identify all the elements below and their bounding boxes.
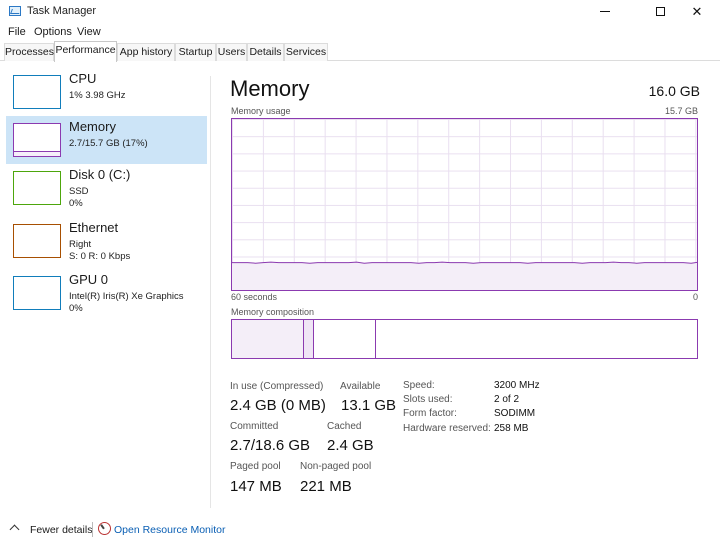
in-use-value: 2.4 GB (0 MB)	[230, 397, 326, 414]
sidebar-item-label: Disk 0 (C:)	[69, 167, 131, 182]
form-factor-value: SODIMM	[494, 408, 536, 419]
speed-value: 3200 MHz	[494, 380, 540, 391]
sidebar-item-detail: 1% 3.98 GHz	[69, 90, 126, 101]
tab-details[interactable]: Details	[247, 43, 284, 61]
paged-pool-label: Paged pool	[230, 461, 281, 472]
tab-startup[interactable]: Startup	[175, 43, 216, 61]
gpu-mini-graph	[13, 276, 61, 310]
cached-value: 2.4 GB	[327, 437, 374, 454]
sidebar-item-ethernet[interactable]: Ethernet Right S: 0 R: 0 Kbps	[6, 217, 207, 265]
cpu-mini-graph	[13, 75, 61, 109]
sidebar-item-gpu[interactable]: GPU 0 Intel(R) Iris(R) Xe Graphics 0%	[6, 269, 207, 317]
composition-standby	[314, 320, 376, 358]
close-icon: ✕	[691, 3, 703, 19]
memory-usage-line	[232, 261, 697, 264]
tab-users[interactable]: Users	[216, 43, 247, 61]
minimize-icon	[600, 11, 610, 12]
sidebar-item-detail: S: 0 R: 0 Kbps	[69, 251, 131, 262]
tab-services[interactable]: Services	[284, 43, 328, 61]
available-value: 13.1 GB	[341, 397, 397, 414]
form-factor-label: Form factor:	[403, 408, 457, 419]
slots-used-value: 2 of 2	[494, 394, 520, 405]
graph-time-left: 60 seconds	[231, 292, 278, 302]
minimize-button[interactable]	[582, 0, 628, 23]
menu-bar: File Options View	[0, 23, 720, 41]
sidebar-item-label: Memory	[69, 119, 116, 134]
memory-usage-graph	[231, 118, 698, 291]
committed-value: 2.7/18.6 GB	[230, 437, 311, 454]
sidebar-item-detail: 0%	[69, 303, 83, 314]
cached-label: Cached	[327, 421, 362, 432]
sidebar-item-detail: 2.7/15.7 GB (17%)	[69, 138, 148, 149]
footer-divider	[92, 522, 93, 537]
sidebar-item-label: GPU 0	[69, 272, 109, 287]
speed-label: Speed:	[403, 380, 435, 391]
footer-bar: Fewer details Open Resource Monitor	[0, 512, 720, 550]
chevron-up-icon	[9, 524, 20, 535]
resource-sidebar: CPU 1% 3.98 GHz Memory 2.7/15.7 GB (17%)…	[0, 62, 212, 512]
close-button[interactable]: ✕	[674, 0, 720, 23]
memory-usage-graph-svg	[232, 261, 697, 290]
resource-monitor-icon	[98, 522, 111, 535]
graph-time-right: 0	[692, 292, 698, 302]
sidebar-item-detail: SSD	[69, 186, 89, 197]
task-manager-app-icon	[9, 6, 21, 16]
tab-performance[interactable]: Performance	[54, 41, 117, 62]
memory-usage-label: Memory usage	[231, 106, 291, 116]
in-use-label: In use (Compressed)	[230, 381, 324, 392]
hardware-reserved-label: Hardware reserved:	[403, 423, 491, 434]
open-resource-monitor-link[interactable]: Open Resource Monitor	[114, 524, 225, 536]
memory-usage-max: 15.7 GB	[664, 106, 698, 116]
ethernet-mini-graph	[13, 224, 61, 258]
fewer-details-button[interactable]: Fewer details	[30, 524, 92, 536]
menu-file[interactable]: File	[8, 26, 26, 38]
paged-pool-value: 147 MB	[230, 478, 282, 495]
tab-processes[interactable]: Processes	[4, 43, 54, 61]
memory-composition-label: Memory composition	[231, 307, 315, 317]
menu-view[interactable]: View	[77, 26, 101, 38]
sidebar-item-memory[interactable]: Memory 2.7/15.7 GB (17%)	[6, 116, 207, 164]
memory-composition-bar[interactable]	[231, 319, 698, 359]
composition-modified	[304, 320, 314, 358]
memory-total: 16.0 GB	[648, 83, 700, 99]
maximize-icon	[655, 7, 665, 16]
slots-used-label: Slots used:	[403, 394, 453, 405]
sidebar-item-cpu[interactable]: CPU 1% 3.98 GHz	[6, 68, 207, 116]
memory-panel: Memory 16.0 GB Memory usage 15.7 GB 60 s…	[230, 62, 700, 502]
tab-app-history[interactable]: App history	[117, 43, 175, 61]
sidebar-item-label: Ethernet	[69, 220, 119, 235]
page-title: Memory	[230, 76, 310, 101]
sidebar-item-label: CPU	[69, 71, 97, 86]
sidebar-item-detail: Intel(R) Iris(R) Xe Graphics	[69, 291, 184, 302]
sidebar-item-detail: 0%	[69, 198, 83, 209]
menu-options[interactable]: Options	[34, 26, 72, 38]
sidebar-item-disk[interactable]: Disk 0 (C:) SSD 0%	[6, 164, 207, 212]
non-paged-pool-value: 221 MB	[300, 478, 352, 495]
non-paged-pool-label: Non-paged pool	[300, 461, 372, 472]
committed-label: Committed	[230, 421, 279, 432]
sidebar-divider	[210, 76, 211, 508]
memory-mini-graph-fill	[14, 150, 60, 156]
hardware-reserved-value: 258 MB	[494, 423, 529, 434]
composition-in-use	[232, 320, 304, 358]
available-label: Available	[340, 381, 381, 392]
disk-mini-graph	[13, 171, 61, 205]
sidebar-item-detail: Right	[69, 239, 92, 250]
window-title: Task Manager	[27, 5, 97, 17]
tab-strip: Processes Performance App history Startu…	[0, 41, 720, 62]
title-bar: Task Manager ✕	[0, 0, 720, 23]
memory-mini-graph	[13, 123, 61, 157]
memory-usage-area	[232, 262, 697, 290]
